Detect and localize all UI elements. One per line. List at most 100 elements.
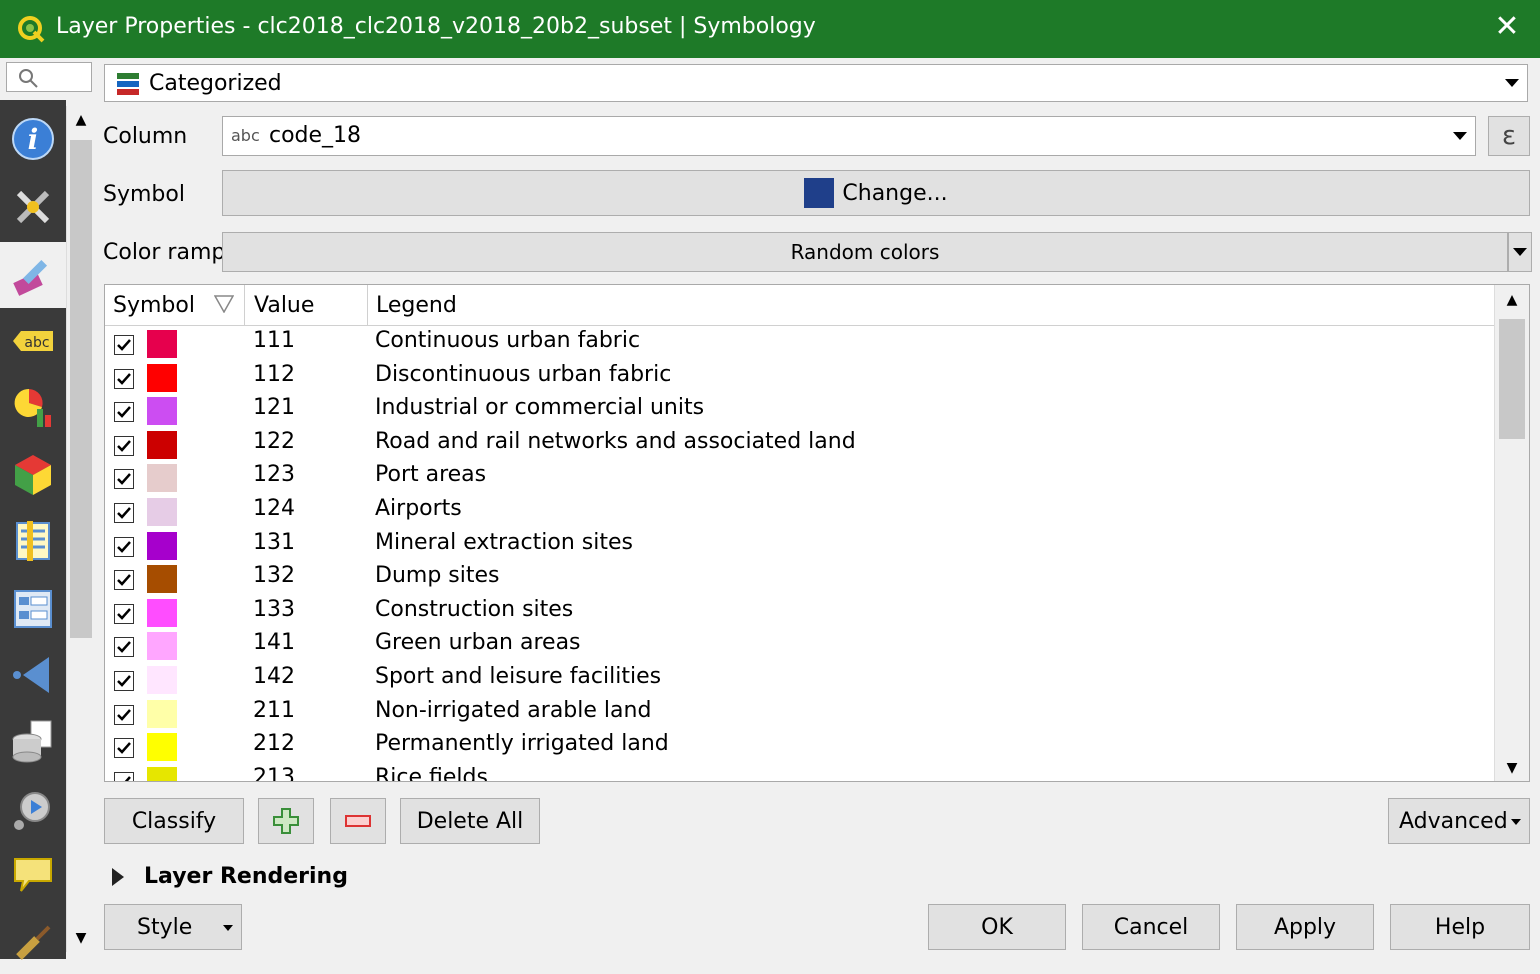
header-legend[interactable]: Legend [368, 285, 1497, 325]
header-value[interactable]: Value [246, 285, 368, 325]
category-legend[interactable]: Airports [375, 496, 462, 521]
category-checkbox[interactable] [114, 536, 134, 557]
category-color-swatch[interactable] [147, 598, 177, 627]
category-color-swatch[interactable] [147, 699, 177, 728]
table-row[interactable]: 112 Discontinuous urban fabric [105, 361, 1497, 395]
category-legend[interactable]: Mineral extraction sites [375, 530, 633, 555]
add-category-button[interactable] [258, 798, 314, 844]
category-checkbox[interactable] [114, 670, 134, 691]
sidebar-item-fields[interactable] [0, 508, 66, 574]
category-color-swatch[interactable] [147, 330, 177, 358]
category-checkbox[interactable] [114, 603, 134, 624]
sidebar-item-actions[interactable] [0, 776, 66, 842]
category-legend[interactable]: Permanently irrigated land [375, 731, 669, 756]
ok-button[interactable]: OK [928, 904, 1066, 950]
category-checkbox[interactable] [114, 704, 134, 725]
category-legend[interactable]: Non-irrigated arable land [375, 698, 651, 723]
section-search-input[interactable] [6, 62, 92, 92]
table-row[interactable]: 142 Sport and leisure facilities [105, 663, 1497, 697]
table-row[interactable]: 132 Dump sites [105, 562, 1497, 596]
table-row[interactable]: 111 Continuous urban fabric [105, 327, 1497, 361]
table-scroll-thumb[interactable] [1499, 319, 1525, 439]
category-checkbox[interactable] [114, 502, 134, 523]
delete-category-button[interactable] [330, 798, 386, 844]
sidebar-item-symbology[interactable] [0, 242, 66, 308]
sidebar-item-labels[interactable]: abc [0, 308, 66, 374]
category-color-swatch[interactable] [147, 397, 177, 426]
category-checkbox[interactable] [114, 469, 134, 490]
sidebar-item-attributes-form[interactable] [0, 576, 66, 642]
category-legend[interactable]: Continuous urban fabric [375, 328, 640, 353]
sidebar-item-joins[interactable] [0, 642, 66, 708]
scroll-down-icon[interactable]: ▼ [1495, 753, 1529, 781]
category-color-swatch[interactable] [147, 565, 177, 594]
column-select[interactable]: abc code_18 [222, 116, 1476, 156]
sidebar-item-information[interactable]: i [0, 106, 66, 172]
change-symbol-button[interactable]: Change... [222, 170, 1530, 216]
layer-rendering-toggle[interactable]: Layer Rendering [110, 864, 370, 894]
category-legend[interactable]: Dump sites [375, 563, 499, 588]
sidebar-item-rendering[interactable] [0, 908, 66, 974]
table-row[interactable]: 131 Mineral extraction sites [105, 529, 1497, 563]
category-legend[interactable]: Industrial or commercial units [375, 395, 704, 420]
close-button[interactable]: ✕ [1490, 10, 1524, 44]
category-checkbox[interactable] [114, 771, 134, 781]
table-row[interactable]: 211 Non-irrigated arable land [105, 697, 1497, 731]
category-legend[interactable]: Sport and leisure facilities [375, 664, 661, 689]
category-color-swatch[interactable] [147, 531, 177, 560]
category-color-swatch[interactable] [147, 430, 177, 459]
color-ramp-dropdown[interactable] [1508, 232, 1532, 272]
category-color-swatch[interactable] [147, 665, 177, 694]
category-checkbox[interactable] [114, 368, 134, 389]
category-color-swatch[interactable] [147, 464, 177, 493]
table-row[interactable]: 133 Construction sites [105, 596, 1497, 630]
category-checkbox[interactable] [114, 402, 134, 423]
category-legend[interactable]: Rice fields [375, 765, 488, 781]
renderer-type-select[interactable]: Categorized [104, 64, 1528, 102]
scroll-up-icon[interactable]: ▲ [67, 106, 95, 134]
delete-all-button[interactable]: Delete All [400, 798, 540, 844]
category-checkbox[interactable] [114, 570, 134, 591]
scroll-up-icon[interactable]: ▲ [1495, 285, 1529, 315]
category-color-swatch[interactable] [147, 363, 177, 392]
sidebar-item-auxiliary-storage[interactable] [0, 708, 66, 774]
category-color-swatch[interactable] [147, 766, 177, 781]
category-checkbox[interactable] [114, 335, 134, 355]
category-legend[interactable]: Road and rail networks and associated la… [375, 429, 856, 454]
sidebar-item-display[interactable] [0, 842, 66, 908]
table-row[interactable]: 123 Port areas [105, 461, 1497, 495]
table-scrollbar[interactable]: ▲ ▼ [1494, 285, 1529, 781]
table-row[interactable]: 122 Road and rail networks and associated… [105, 428, 1497, 462]
cancel-button[interactable]: Cancel [1082, 904, 1220, 950]
sidebar-item-3d-view[interactable] [0, 442, 66, 508]
color-ramp-button[interactable]: Random colors [222, 232, 1508, 272]
table-row[interactable]: 124 Airports [105, 495, 1497, 529]
category-legend[interactable]: Port areas [375, 462, 486, 487]
category-legend[interactable]: Discontinuous urban fabric [375, 362, 671, 387]
category-color-swatch[interactable] [147, 497, 177, 526]
expression-button[interactable]: ε [1488, 116, 1530, 156]
table-row[interactable]: 141 Green urban areas [105, 629, 1497, 663]
header-symbol[interactable]: Symbol [105, 285, 245, 325]
category-color-swatch[interactable] [147, 632, 177, 661]
table-row[interactable]: 121 Industrial or commercial units [105, 394, 1497, 428]
category-checkbox[interactable] [114, 738, 134, 759]
advanced-button[interactable]: Advanced [1388, 798, 1530, 844]
category-checkbox[interactable] [114, 637, 134, 658]
category-legend[interactable]: Green urban areas [375, 630, 581, 655]
sidebar-scrollbar[interactable]: ▲ ▼ [66, 106, 95, 952]
category-checkbox[interactable] [114, 435, 134, 456]
apply-button[interactable]: Apply [1236, 904, 1374, 950]
classify-button[interactable]: Classify [104, 798, 244, 844]
table-row[interactable]: 213 Rice fields [105, 764, 1497, 781]
style-menu-button[interactable]: Style [104, 904, 242, 950]
sidebar-item-diagrams[interactable] [0, 374, 66, 440]
category-legend[interactable]: Construction sites [375, 597, 573, 622]
scroll-down-icon[interactable]: ▼ [67, 924, 95, 952]
table-row[interactable]: 212 Permanently irrigated land [105, 730, 1497, 764]
sidebar-scroll-thumb[interactable] [70, 140, 92, 638]
categories-table[interactable]: Symbol Value Legend 111 Continuous urban … [104, 284, 1530, 782]
help-button[interactable]: Help [1390, 904, 1530, 950]
sidebar-item-source[interactable] [0, 174, 66, 240]
category-color-swatch[interactable] [147, 733, 177, 762]
